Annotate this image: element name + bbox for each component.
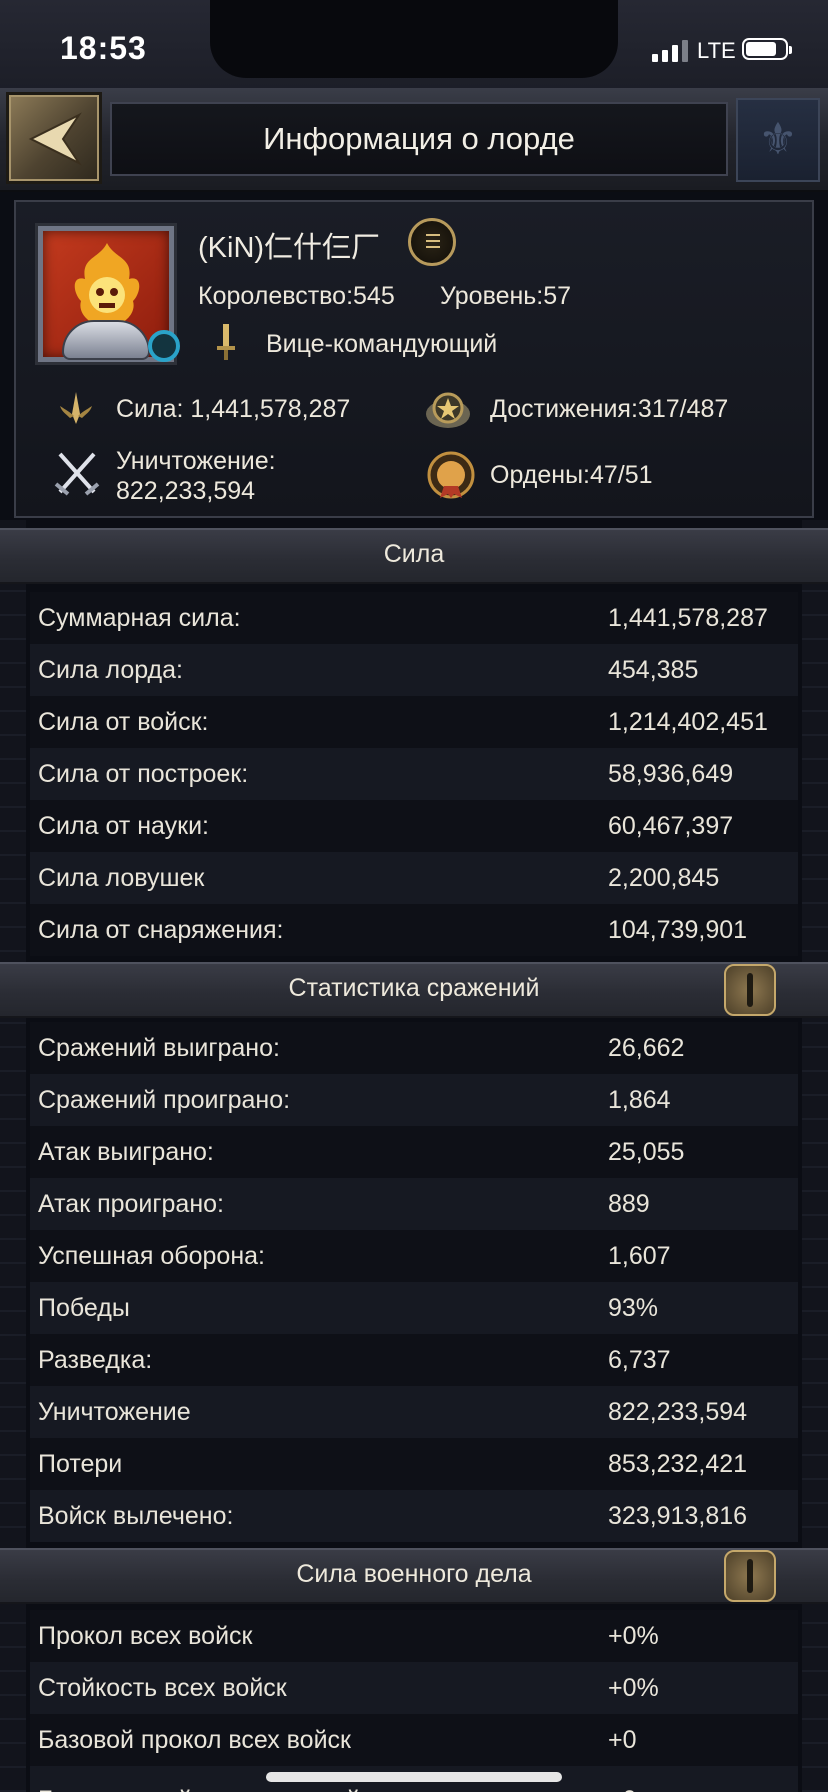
refresh-ring-icon[interactable] [148, 330, 180, 362]
row-label: Сила от войск: [38, 708, 209, 736]
row-label: Атак проиграно: [38, 1190, 224, 1218]
table-row: Сила от построек: 58,936,649 [30, 748, 798, 800]
table-row: Стойкость всех войск +0% [30, 1662, 798, 1714]
row-label: Сражений выиграно: [38, 1034, 280, 1062]
table-row: Суммарная сила: 1,441,578,287 [30, 592, 798, 644]
battery-icon [742, 38, 792, 60]
row-label: Сражений проиграно: [38, 1086, 291, 1114]
kills-value: 822,233,594 [116, 477, 256, 505]
home-indicator[interactable] [266, 1772, 562, 1782]
player-name: (KiN)仁什仨厂 [198, 232, 381, 264]
table-row: Сила ловушек 2,200,845 [30, 852, 798, 904]
section-title-military: Сила военного дела [296, 1560, 532, 1588]
row-value: +0% [608, 1674, 659, 1702]
table-row: Разведка: 6,737 [30, 1334, 798, 1386]
achievement-star-icon[interactable] [424, 388, 472, 432]
row-label: Сила от построек: [38, 760, 249, 788]
device-notch [210, 0, 618, 78]
row-value: 104,739,901 [608, 916, 748, 944]
row-label: Сила от снаряжения: [38, 916, 284, 944]
table-row: Сила от науки: 60,467,397 [30, 800, 798, 852]
row-value: 26,662 [608, 1034, 685, 1062]
row-value: 454,385 [608, 656, 699, 684]
table-row: Базовой прокол всех войск +0 [30, 1714, 798, 1766]
row-value: 1,441,578,287 [608, 604, 768, 632]
row-value: +0% [608, 1622, 659, 1650]
row-value: 323,913,816 [608, 1502, 748, 1530]
table-row: Сражений проиграно: 1,864 [30, 1074, 798, 1126]
battle-info-button[interactable] [724, 964, 776, 1016]
row-value: 60,467,397 [608, 812, 734, 840]
military-info-button[interactable] [724, 1550, 776, 1602]
row-value: 93% [608, 1294, 659, 1322]
table-row: Победы 93% [30, 1282, 798, 1334]
table-row: Успешная оборона: 1,607 [30, 1230, 798, 1282]
row-value: 1,864 [608, 1086, 671, 1114]
row-label: Разведка: [38, 1346, 153, 1374]
page-title: Информация о лорде [263, 121, 575, 156]
row-label: Победы [38, 1294, 130, 1322]
table-row: Уничтожение 822,233,594 [30, 1386, 798, 1438]
row-label: Потери [38, 1450, 123, 1478]
row-value: 25,055 [608, 1138, 685, 1166]
row-label: Сила ловушек [38, 864, 205, 892]
table-row: Сражений выиграно: 26,662 [30, 1022, 798, 1074]
row-value: 2,200,845 [608, 864, 720, 892]
row-value: 889 [608, 1190, 650, 1218]
row-label: Успешная оборона: [38, 1242, 265, 1270]
table-row: Потери 853,232,421 [30, 1438, 798, 1490]
table-row: Сила от снаряжения: 104,739,901 [30, 904, 798, 956]
row-value: +0 [608, 1774, 637, 1792]
row-value: 6,737 [608, 1346, 671, 1374]
row-label: Уничтожение [38, 1398, 191, 1426]
sword-rank-icon [217, 324, 235, 360]
row-value: +0 [608, 1726, 637, 1754]
kills-label: Уничтожение: [116, 447, 276, 475]
achievements-stat: Достижения:317/487 [490, 395, 729, 423]
crossed-swords-icon [54, 452, 100, 496]
back-button[interactable] [6, 92, 102, 184]
row-value: 58,936,649 [608, 760, 734, 788]
exclamation-icon [747, 973, 753, 1007]
power-stat: Сила: 1,441,578,287 [116, 395, 351, 423]
table-row: Атак выиграно: 25,055 [30, 1126, 798, 1178]
fleur-de-lis-button[interactable]: ⚜ [736, 98, 820, 182]
table-row: Сила лорда: 454,385 [30, 644, 798, 696]
table-row: Прокол всех войск +0% [30, 1610, 798, 1662]
row-label: Сила от науки: [38, 812, 209, 840]
row-label: Базовой прокол всех войск [38, 1726, 351, 1754]
table-row: Атак проиграно: 889 [30, 1178, 798, 1230]
row-value: 822,233,594 [608, 1398, 748, 1426]
row-label: Прокол всех войск [38, 1622, 253, 1650]
medal-icon[interactable] [426, 450, 476, 500]
power-icon [60, 392, 92, 424]
info-scroll-button[interactable] [408, 218, 456, 266]
rank-label: Вице-командующий [266, 330, 498, 358]
row-label: Суммарная сила: [38, 604, 241, 632]
row-value: 853,232,421 [608, 1450, 748, 1478]
chevron-left-icon [28, 112, 82, 166]
row-label: Войск вылечено: [38, 1502, 234, 1530]
fleur-de-lis-icon: ⚜ [758, 115, 798, 164]
table-row: Войск вылечено: 323,913,816 [30, 1490, 798, 1542]
level-label: Уровень:57 [440, 282, 572, 310]
section-title-power: Сила [383, 540, 445, 568]
signal-icon [652, 40, 690, 62]
row-label: Сила лорда: [38, 656, 183, 684]
row-value: 1,607 [608, 1242, 671, 1270]
row-value: 1,214,402,451 [608, 708, 768, 736]
row-label: Атак выиграно: [38, 1138, 214, 1166]
network-type: LTE [697, 38, 736, 63]
row-label: Стойкость всех войск [38, 1674, 287, 1702]
avatar-emblem-icon [62, 320, 150, 360]
medals-stat: Ордены:47/51 [490, 461, 653, 489]
table-row: Сила от войск: 1,214,402,451 [30, 696, 798, 748]
status-time: 18:53 [60, 30, 147, 66]
exclamation-icon [747, 1559, 753, 1593]
kingdom-label: Королевство:545 [198, 282, 395, 310]
section-title-battle: Статистика сражений [288, 974, 540, 1002]
